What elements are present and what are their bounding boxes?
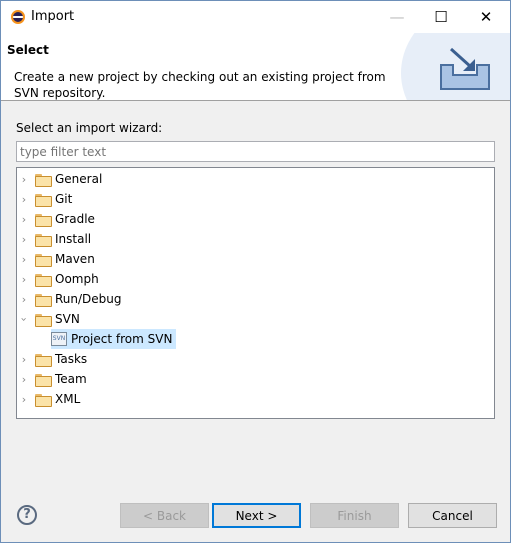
folder-icon bbox=[35, 373, 52, 387]
tree-item-project-from-svn[interactable]: SVN Project from SVN bbox=[51, 329, 177, 349]
folder-icon bbox=[35, 173, 52, 187]
tree-item-svn[interactable]: › SVN bbox=[17, 309, 80, 329]
tree-item-label: Project from SVN bbox=[71, 332, 173, 346]
wizard-header: Select Create a new project by checking … bbox=[1, 33, 510, 101]
chevron-right-icon[interactable]: › bbox=[17, 213, 31, 226]
chevron-right-icon[interactable]: › bbox=[17, 393, 31, 406]
folder-icon bbox=[35, 193, 52, 207]
cancel-button[interactable]: Cancel bbox=[408, 503, 497, 528]
tree-item-label: Git bbox=[55, 192, 73, 206]
folder-icon bbox=[35, 313, 52, 327]
folder-icon bbox=[35, 273, 52, 287]
tree-item-maven[interactable]: › Maven bbox=[17, 249, 95, 269]
chevron-right-icon[interactable]: › bbox=[17, 293, 31, 306]
tree-item-xml[interactable]: › XML bbox=[17, 389, 80, 409]
chevron-right-icon[interactable]: › bbox=[17, 193, 31, 206]
filter-input[interactable] bbox=[16, 141, 495, 162]
maximize-button[interactable]: ☐ bbox=[421, 1, 461, 33]
window-title: Import bbox=[31, 9, 75, 24]
folder-icon bbox=[35, 293, 52, 307]
tree-item-general[interactable]: › General bbox=[17, 169, 102, 189]
tree-item-label: Team bbox=[55, 372, 87, 386]
back-button[interactable]: < Back bbox=[120, 503, 209, 528]
finish-button[interactable]: Finish bbox=[310, 503, 399, 528]
tree-item-label: Gradle bbox=[55, 212, 95, 226]
chevron-right-icon[interactable]: › bbox=[17, 353, 31, 366]
tree-item-label: General bbox=[55, 172, 103, 186]
tree-item-git[interactable]: › Git bbox=[17, 189, 72, 209]
help-icon[interactable]: ? bbox=[17, 505, 37, 525]
tree-item-label: Tasks bbox=[55, 352, 88, 366]
eclipse-icon bbox=[11, 10, 25, 24]
tree-item-label: Oomph bbox=[55, 272, 99, 286]
tree-item-oomph[interactable]: › Oomph bbox=[17, 269, 99, 289]
folder-icon bbox=[35, 213, 52, 227]
minimize-button[interactable]: — bbox=[377, 1, 417, 33]
chevron-right-icon[interactable]: › bbox=[17, 253, 31, 266]
tree-item-run-debug[interactable]: › Run/Debug bbox=[17, 289, 122, 309]
tree-item-install[interactable]: › Install bbox=[17, 229, 91, 249]
page-description: Create a new project by checking out an … bbox=[14, 70, 386, 100]
page-title: Select bbox=[7, 43, 49, 57]
svn-project-icon: SVN bbox=[51, 332, 67, 346]
chevron-down-icon[interactable]: › bbox=[18, 312, 31, 326]
folder-icon bbox=[35, 233, 52, 247]
tree-item-label: Run/Debug bbox=[55, 292, 122, 306]
tree-item-label: Maven bbox=[55, 252, 95, 266]
tree-item-label: Install bbox=[55, 232, 92, 246]
close-button[interactable]: ✕ bbox=[466, 1, 506, 33]
wizard-label: Select an import wizard: bbox=[16, 121, 163, 135]
folder-icon bbox=[35, 393, 52, 407]
wizard-tree[interactable]: › General › Git › Gradle › Install › Maven › O… bbox=[16, 167, 495, 419]
folder-icon bbox=[35, 353, 52, 367]
next-button[interactable]: Next > bbox=[212, 503, 301, 528]
title-bar: Import — ☐ ✕ bbox=[1, 1, 510, 33]
chevron-right-icon[interactable]: › bbox=[17, 273, 31, 286]
tree-item-label: XML bbox=[55, 392, 81, 406]
chevron-right-icon[interactable]: › bbox=[17, 173, 31, 186]
import-wizard-icon bbox=[440, 47, 490, 90]
tree-item-tasks[interactable]: › Tasks bbox=[17, 349, 87, 369]
chevron-right-icon[interactable]: › bbox=[17, 373, 31, 386]
tree-item-team[interactable]: › Team bbox=[17, 369, 87, 389]
folder-icon bbox=[35, 253, 52, 267]
chevron-right-icon[interactable]: › bbox=[17, 233, 31, 246]
tree-item-label: SVN bbox=[55, 312, 80, 326]
tree-item-gradle[interactable]: › Gradle bbox=[17, 209, 95, 229]
